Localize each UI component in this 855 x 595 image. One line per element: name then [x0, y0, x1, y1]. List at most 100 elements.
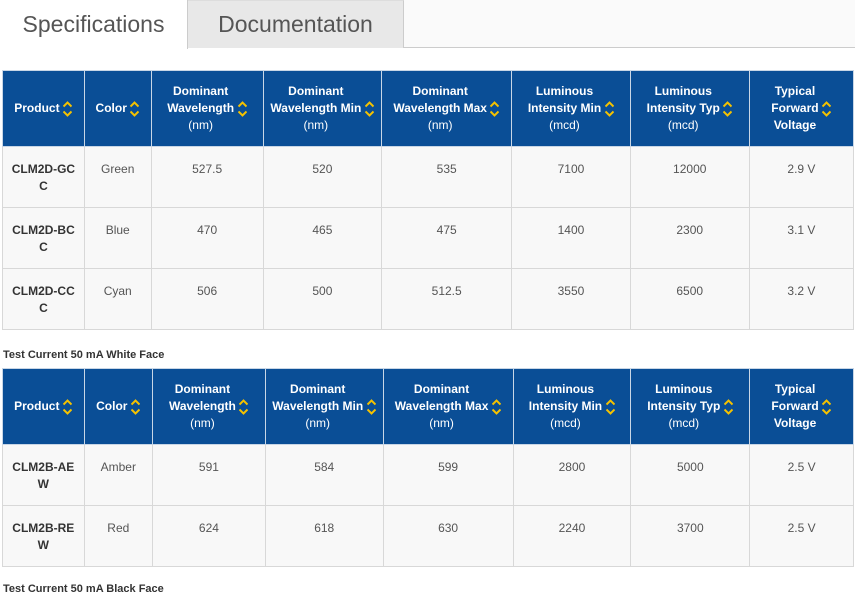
column-header-unit: (nm)	[305, 416, 331, 430]
table-cell: 506	[150, 268, 264, 330]
table-body: CLM2D-GCC Green 527.5 520 535 7100 12000 2.9 VC…	[2, 146, 855, 330]
sort-arrows-icon[interactable]	[63, 100, 73, 117]
tab-specifications[interactable]: Specifications	[0, 0, 188, 49]
table-cell: 12000	[629, 146, 750, 208]
table-cell: 470	[150, 207, 264, 269]
column-header[interactable]: Luminous Intensity Typ (mcd)	[629, 70, 750, 147]
column-header-label: Wavelength Min	[270, 101, 362, 115]
sort-arrows-icon[interactable]	[491, 398, 501, 415]
column-header[interactable]: Luminous Intensity Min (mcd)	[511, 70, 631, 147]
column-header[interactable]: Dominant Wavelength Min (nm)	[262, 70, 382, 147]
sort-arrows-icon[interactable]	[822, 398, 832, 415]
column-header[interactable]: Color	[83, 70, 152, 147]
spec-table-2: Product Color Dominant Wavelength (nm) Domina…	[2, 368, 854, 567]
column-header[interactable]: Dominant Wavelength (nm)	[150, 70, 264, 147]
table-cell: 6500	[629, 268, 750, 330]
sort-arrows-icon[interactable]	[604, 100, 614, 117]
sort-arrows-icon[interactable]	[723, 100, 733, 117]
sort-arrows-icon[interactable]	[239, 398, 249, 415]
table-cell: Red	[83, 505, 154, 567]
product-cell[interactable]: CLM2D-CCC	[2, 268, 85, 330]
sort-arrows-icon[interactable]	[605, 398, 615, 415]
table-cell: 1400	[511, 207, 631, 269]
column-header[interactable]: Color	[83, 368, 154, 445]
spec-table-1: Product Color Dominant Wavelength (nm) Domina…	[2, 70, 855, 330]
table-cell: 3700	[630, 505, 751, 567]
table-cell: 3550	[511, 268, 631, 330]
column-header-label: Dominant	[288, 84, 344, 98]
table-row: CLM2D-GCC Green 527.5 520 535 7100 12000 2.9 V	[2, 146, 855, 208]
column-header-label: Luminous	[655, 382, 713, 396]
column-header[interactable]: Dominant Wavelength (nm)	[152, 368, 266, 445]
column-header-label: Intensity Min	[528, 399, 603, 413]
column-header-label: Luminous	[654, 84, 712, 98]
column-header-unit: (nm)	[429, 416, 454, 430]
tab-bar-filler	[404, 0, 855, 47]
column-header-label: Wavelength	[168, 399, 236, 413]
table-cell: 2.5 V	[749, 444, 854, 506]
table-cell: 630	[382, 505, 514, 567]
table-cell: 3.1 V	[748, 207, 855, 269]
column-header[interactable]: Dominant Wavelength Max (nm)	[380, 70, 513, 147]
table-cell: 624	[152, 505, 266, 567]
column-header[interactable]: Dominant Wavelength Max (nm)	[382, 368, 514, 445]
sort-arrows-icon[interactable]	[130, 100, 140, 117]
table-cell: 535	[380, 146, 513, 208]
table-cell: Amber	[83, 444, 154, 506]
column-header[interactable]: Typical Forward Voltage	[749, 368, 854, 445]
column-header-label: Forward	[771, 399, 819, 413]
product-cell[interactable]: CLM2B-AEW	[2, 444, 85, 506]
table-header-row: Product Color Dominant Wavelength (nm) Domina…	[2, 70, 855, 147]
column-header-label: Luminous	[536, 382, 595, 396]
table-cell: 527.5	[150, 146, 264, 208]
column-header[interactable]: Product	[2, 70, 85, 147]
product-cell[interactable]: CLM2B-REW	[2, 505, 85, 567]
column-header-unit: (mcd)	[667, 118, 699, 132]
table-row: CLM2B-REW Red 624 618 630 2240 3700 2.5 V	[2, 505, 854, 567]
product-cell[interactable]: CLM2D-GCC	[2, 146, 85, 208]
table-cell: Green	[83, 146, 152, 208]
table-cell: 2.9 V	[748, 146, 855, 208]
column-header-unit: (mcd)	[668, 416, 700, 430]
product-cell[interactable]: CLM2D-BCC	[2, 207, 85, 269]
column-header-label: Typical	[774, 84, 816, 98]
table-cell: 512.5	[380, 268, 513, 330]
section-title-black-face: Test Current 50 mA Black Face	[3, 583, 164, 595]
column-header[interactable]: Luminous Intensity Typ (mcd)	[630, 368, 751, 445]
sort-arrows-icon[interactable]	[62, 398, 72, 415]
column-header-label: Wavelength Max	[394, 399, 489, 413]
column-header-label: Color	[95, 101, 127, 115]
column-header-unit: (nm)	[303, 118, 329, 132]
sort-arrows-icon[interactable]	[490, 100, 500, 117]
tab-documentation[interactable]: Documentation	[188, 0, 404, 48]
table-cell: 5000	[630, 444, 751, 506]
column-header-label: Intensity Typ	[646, 101, 720, 115]
sort-arrows-icon[interactable]	[366, 398, 376, 415]
table-cell: 584	[264, 444, 384, 506]
table-cell: 591	[152, 444, 266, 506]
sort-arrows-icon[interactable]	[364, 100, 374, 117]
sort-arrows-icon[interactable]	[237, 100, 247, 117]
section-title-white-face: Test Current 50 mA White Face	[3, 349, 165, 361]
column-header[interactable]: Dominant Wavelength Min (nm)	[264, 368, 384, 445]
column-header-label: Product	[14, 399, 60, 413]
sort-arrows-icon[interactable]	[130, 398, 140, 415]
column-header[interactable]: Product	[2, 368, 85, 445]
table-row: CLM2D-BCC Blue 470 465 475 1400 2300 3.1 V	[2, 207, 855, 269]
column-header-label: Voltage	[773, 118, 817, 132]
table-cell: 2800	[512, 444, 632, 506]
column-header-label: Dominant	[172, 84, 229, 98]
table-cell: 475	[380, 207, 513, 269]
column-header-label: Wavelength Max	[393, 101, 487, 115]
table-cell: 7100	[511, 146, 631, 208]
column-header[interactable]: Luminous Intensity Min (mcd)	[512, 368, 632, 445]
column-header-label: Typical	[774, 382, 816, 396]
table-cell: Blue	[83, 207, 152, 269]
table-cell: 2240	[512, 505, 632, 567]
column-header-label: Luminous	[535, 84, 594, 98]
column-header-label: Wavelength Min	[272, 399, 364, 413]
sort-arrows-icon[interactable]	[723, 398, 733, 415]
table-cell: 2300	[629, 207, 750, 269]
sort-arrows-icon[interactable]	[822, 100, 832, 117]
column-header[interactable]: Typical Forward Voltage	[748, 70, 855, 147]
